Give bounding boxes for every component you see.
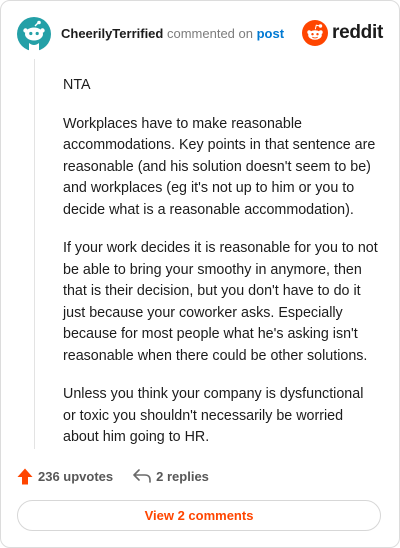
comment-paragraph: Unless you think your company is dysfunc… [63,386,364,445]
comment-card: CheerilyTerrified commented on post redd… [0,0,400,548]
post-link[interactable]: post [257,26,284,41]
comment-paragraph: Workplaces have to make reasonable accom… [63,115,376,218]
view-comments-button[interactable]: View 2 comments [17,500,381,531]
upvote-button[interactable]: 236 upvotes [17,468,113,485]
thread-line [34,59,35,449]
brand-wordmark: reddit [332,22,383,43]
comment-paragraph: NTA [63,77,91,93]
action-text: commented on [166,26,253,41]
upvote-arrow-icon [17,468,33,484]
reply-arrow-icon [133,469,151,483]
comment-actions: 236 upvotes 2 replies [17,465,209,487]
username-link[interactable]: CheerilyTerrified [61,26,163,41]
comment-meta: CheerilyTerrified commented on post [61,26,284,41]
snoo-avatar-icon[interactable] [17,17,51,51]
replies-count: 2 replies [156,468,209,484]
reddit-logo[interactable]: reddit [302,19,383,47]
upvotes-count: 236 upvotes [38,468,114,484]
comment-body: NTA Workplaces have to make reasonable a… [63,75,379,466]
replies-button[interactable]: 2 replies [133,469,209,484]
comment-header: CheerilyTerrified commented on post redd… [17,17,383,51]
comment-paragraph: If your work decides it is reasonable fo… [63,240,378,364]
reddit-logo-icon [302,20,329,46]
